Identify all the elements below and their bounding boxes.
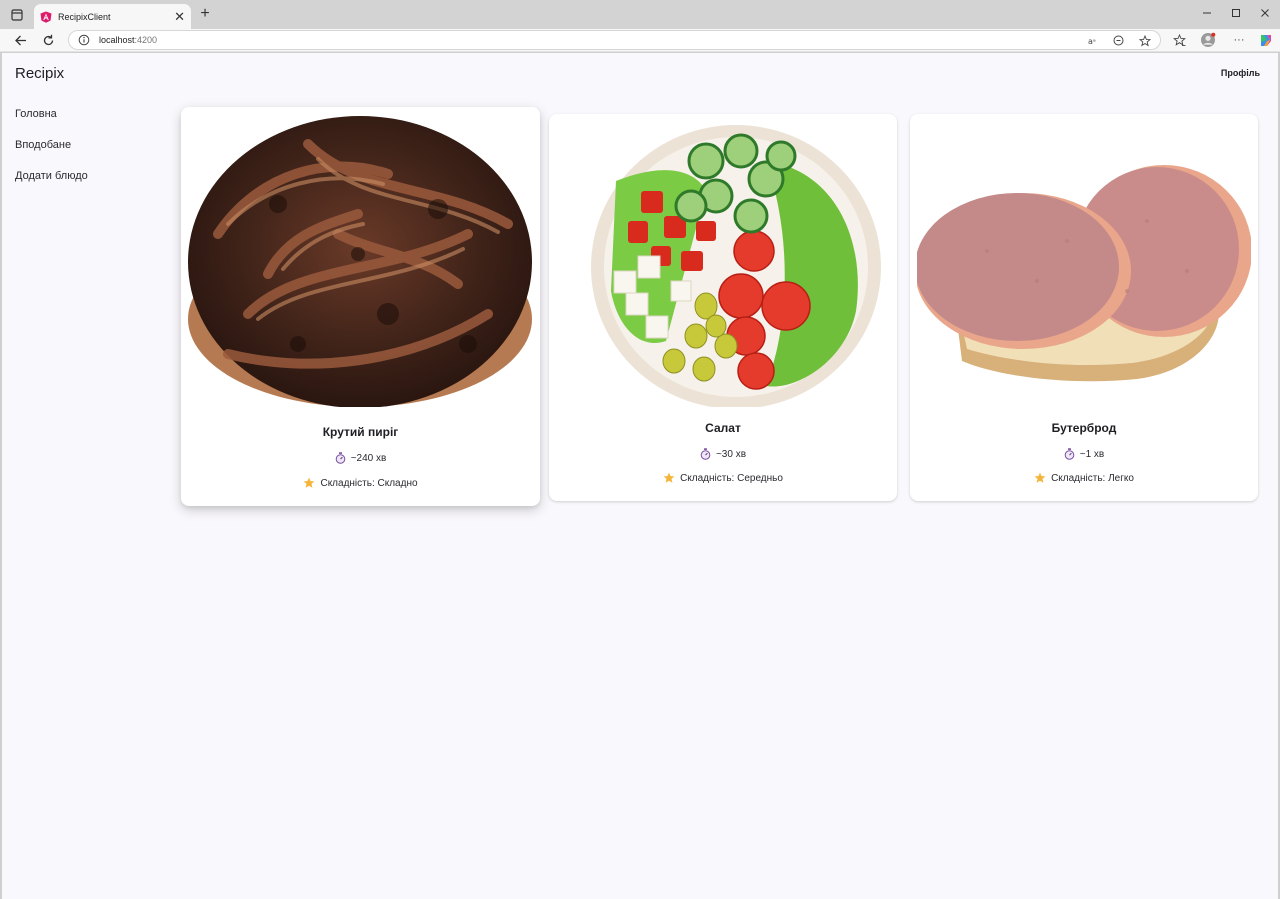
browser-tab[interactable]: RecipixClient ✕ — [34, 4, 191, 29]
recipe-card[interactable]: Крутий пиріг ~240 хв Складність: Складно — [181, 107, 540, 506]
maximize-icon[interactable] — [1221, 4, 1251, 22]
profile-avatar-icon[interactable] — [1200, 32, 1216, 48]
tab-close-icon[interactable]: ✕ — [174, 10, 185, 23]
address-bar[interactable]: localhost:4200 aᵃ — [68, 30, 1161, 50]
url-port: :4200 — [134, 35, 158, 45]
recipe-time: ~30 хв — [549, 448, 897, 460]
recipe-image-sausage-sandwich — [917, 121, 1251, 407]
favorites-collection-icon[interactable] — [1171, 32, 1187, 48]
tracking-prevention-icon[interactable] — [1112, 34, 1125, 47]
copilot-icon[interactable] — [1257, 32, 1273, 48]
browser-toolbar: localhost:4200 aᵃ ··· — [0, 29, 1280, 52]
recipe-time-text: ~1 хв — [1079, 448, 1105, 460]
app-viewport: Recipix Профіль Головна Вподобане Додати… — [2, 53, 1278, 899]
side-navigation: Головна Вподобане Додати блюдо — [15, 108, 155, 201]
stopwatch-icon — [1064, 448, 1075, 460]
recipe-time-text: ~240 хв — [350, 452, 387, 464]
star-icon — [1034, 472, 1046, 484]
more-options-icon[interactable]: ··· — [1231, 32, 1247, 48]
site-info-icon[interactable] — [78, 34, 90, 46]
recipe-difficulty: Складність: Легко — [910, 472, 1258, 484]
recipe-difficulty-text: Складність: Легко — [1051, 472, 1134, 484]
url-text: localhost:4200 — [99, 35, 157, 45]
minimize-icon[interactable] — [1192, 4, 1222, 22]
url-host: localhost — [99, 35, 135, 45]
star-icon — [303, 477, 315, 489]
angular-favicon-icon — [40, 11, 52, 23]
recipe-difficulty-text: Складність: Середньо — [680, 472, 783, 484]
sidebar-item-add-dish[interactable]: Додати блюдо — [15, 170, 155, 201]
sidebar-item-home[interactable]: Головна — [15, 108, 155, 139]
recipe-card[interactable]: Салат ~30 хв Складність: Середньо — [549, 114, 897, 501]
favorite-star-icon[interactable] — [1138, 34, 1151, 47]
recipe-time: ~240 хв — [181, 452, 540, 464]
recipe-card[interactable]: Бутерброд ~1 хв Складність: Легко — [910, 114, 1258, 501]
back-arrow-icon[interactable] — [11, 31, 29, 49]
recipe-title: Бутерброд — [1051, 421, 1117, 435]
recipe-image-salad-bowl — [556, 121, 890, 407]
app-brand[interactable]: Recipix — [15, 65, 64, 82]
profile-link[interactable]: Профіль — [1221, 68, 1260, 78]
svg-text:ᵃ: ᵃ — [1093, 38, 1096, 46]
recipe-difficulty-text: Складність: Складно — [320, 477, 418, 489]
tab-actions-icon[interactable] — [6, 5, 28, 25]
tab-title: RecipixClient — [58, 11, 111, 22]
reload-icon[interactable] — [39, 31, 57, 49]
recipe-difficulty: Складність: Складно — [181, 477, 540, 489]
recipe-title: Крутий пиріг — [322, 425, 399, 439]
read-aloud-icon[interactable]: aᵃ — [1087, 34, 1100, 47]
recipe-difficulty: Складність: Середньо — [549, 472, 897, 484]
stopwatch-icon — [700, 448, 711, 460]
recipe-time-text: ~30 хв — [715, 448, 747, 460]
stopwatch-icon — [335, 452, 346, 464]
recipe-title: Салат — [705, 421, 741, 435]
recipe-time: ~1 хв — [910, 448, 1258, 460]
sidebar-item-favorites[interactable]: Вподобане — [15, 139, 155, 170]
recipe-image-braided-pastry — [188, 114, 533, 407]
browser-tab-strip: RecipixClient ✕ + — [0, 0, 1280, 29]
window-close-icon[interactable] — [1250, 4, 1280, 22]
star-icon — [663, 472, 675, 484]
new-tab-icon[interactable]: + — [196, 5, 214, 23]
